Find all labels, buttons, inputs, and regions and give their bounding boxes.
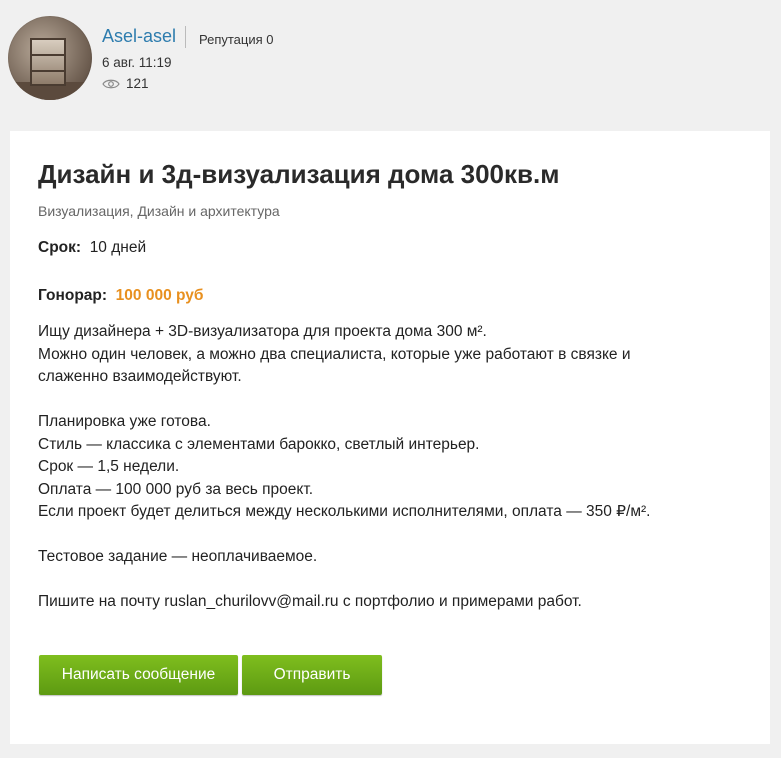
avatar[interactable] <box>8 16 92 100</box>
header-divider <box>185 26 186 48</box>
description-line: Можно один человек, а можно два специали… <box>38 345 631 363</box>
post-date: 6 авг. 11:19 <box>102 55 172 70</box>
post-header: Asel-asel Репутация 0 6 авг. 11:19 121 <box>0 0 781 120</box>
term-row: Срок: 10 дней <box>38 239 146 257</box>
description-line: Тестовое задание — неоплачиваемое. <box>38 548 318 565</box>
write-message-button[interactable]: Написать сообщение <box>39 655 238 695</box>
views-count: 121 <box>126 76 149 91</box>
avatar-shelf <box>30 38 66 86</box>
author-name-link[interactable]: Asel-asel <box>102 26 176 47</box>
description-line: Планировка уже готова. <box>38 413 211 430</box>
views-counter: 121 <box>102 76 149 91</box>
description-line: Если проект будет делиться между несколь… <box>38 503 651 520</box>
post-description: Ищу дизайнера + 3D-визуализатора для про… <box>38 321 738 614</box>
term-label: Срок: <box>38 239 82 256</box>
post-categories: Визуализация, Дизайн и архитектура <box>38 203 280 219</box>
description-gap <box>38 524 738 547</box>
description-line: Пишите на почту ruslan_churilovv@mail.ru… <box>38 593 582 610</box>
fee-value: 100 000 руб <box>115 287 204 304</box>
description-line: слаженно взаимодействуют. <box>38 368 242 385</box>
description-gap <box>38 569 738 592</box>
send-button[interactable]: Отправить <box>242 655 382 695</box>
post-title: Дизайн и 3д-визуализация дома 300кв.м <box>38 159 560 189</box>
term-value: 10 дней <box>89 239 147 256</box>
reputation-label: Репутация 0 <box>199 32 274 47</box>
description-line: Срок — 1,5 недели. <box>38 458 180 475</box>
eye-icon <box>102 79 120 88</box>
description-line: Стиль — классика с элементами барокко, с… <box>38 435 480 453</box>
description-line: Ищу дизайнера + 3D-визуализатора для про… <box>38 323 487 340</box>
post-card: Дизайн и 3д-визуализация дома 300кв.м Ви… <box>10 131 770 744</box>
description-line: Оплата — 100 000 руб за весь проект. <box>38 480 314 498</box>
fee-row: Гонорар: 100 000 руб <box>38 287 203 305</box>
fee-label: Гонорар: <box>38 287 108 304</box>
description-gap <box>38 389 738 412</box>
